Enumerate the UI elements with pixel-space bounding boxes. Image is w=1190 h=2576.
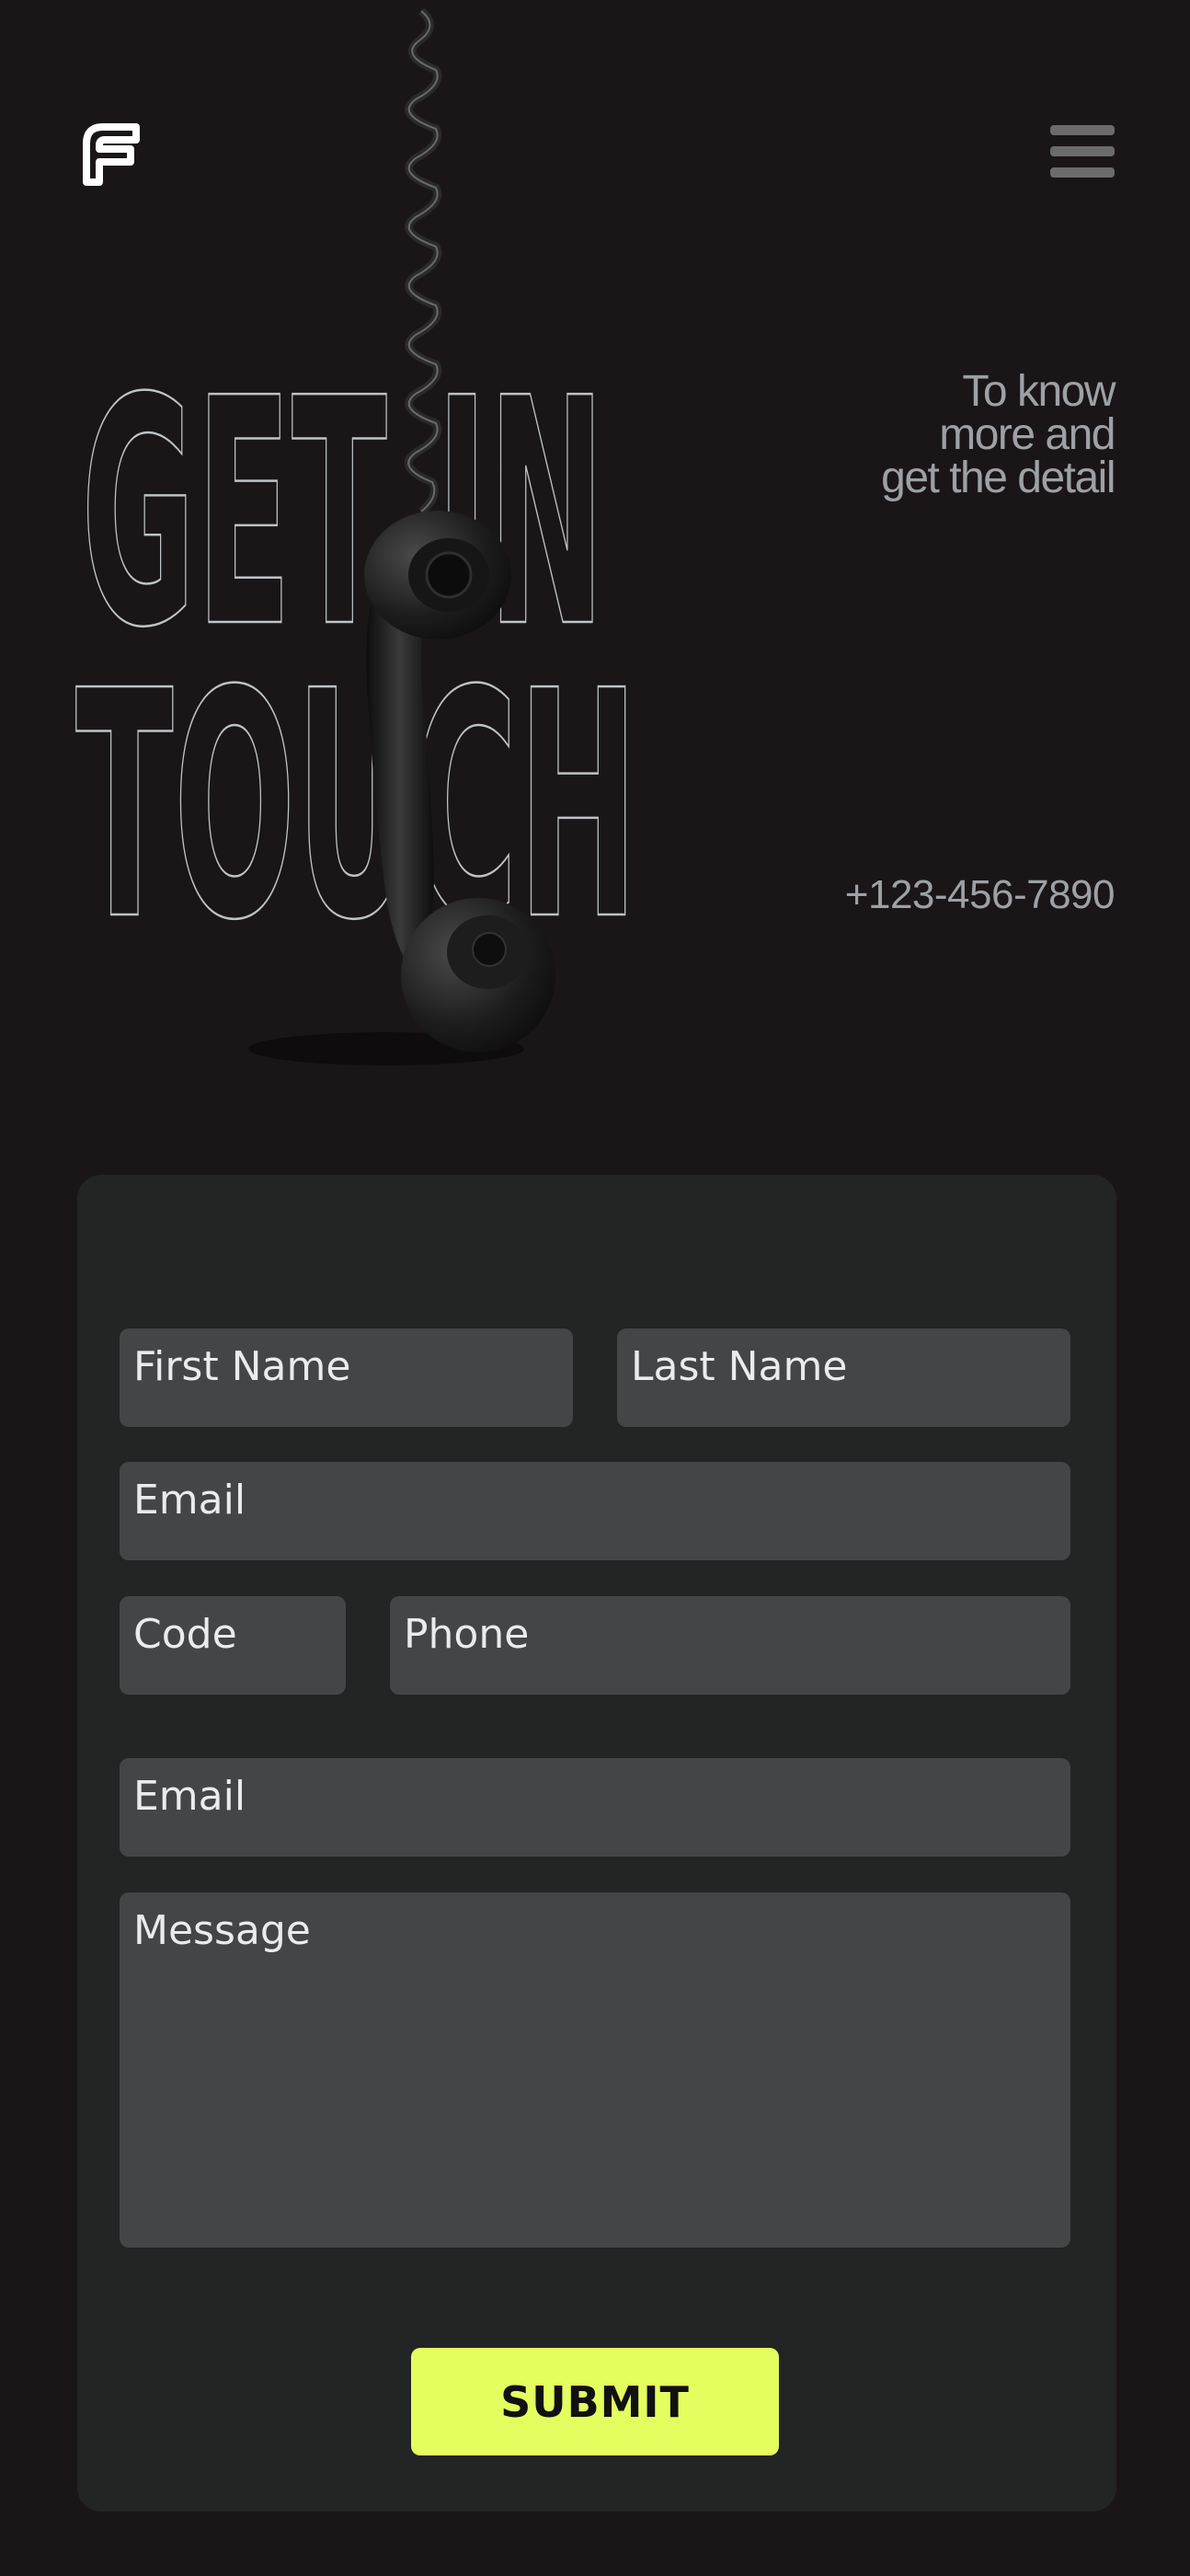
phone-field[interactable]: Phone <box>390 1596 1070 1695</box>
submit-button[interactable]: SUBMIT <box>411 2348 779 2455</box>
country-code-field[interactable]: Code <box>120 1596 346 1695</box>
last-name-field[interactable]: Last Name <box>617 1328 1070 1427</box>
hero-graphic: GET IN TOUCH <box>74 7 639 1065</box>
first-name-field[interactable]: First Name <box>120 1328 573 1427</box>
message-textarea[interactable]: Message <box>120 1892 1070 2248</box>
email-field-secondary[interactable]: Email <box>120 1758 1070 1857</box>
hero-title-line2: TOUCH <box>75 625 638 989</box>
email-field[interactable]: Email <box>120 1462 1070 1560</box>
contact-phone-number[interactable]: +123-456-7890 <box>845 872 1116 918</box>
hero-tagline: To know more and get the detail <box>881 367 1116 502</box>
